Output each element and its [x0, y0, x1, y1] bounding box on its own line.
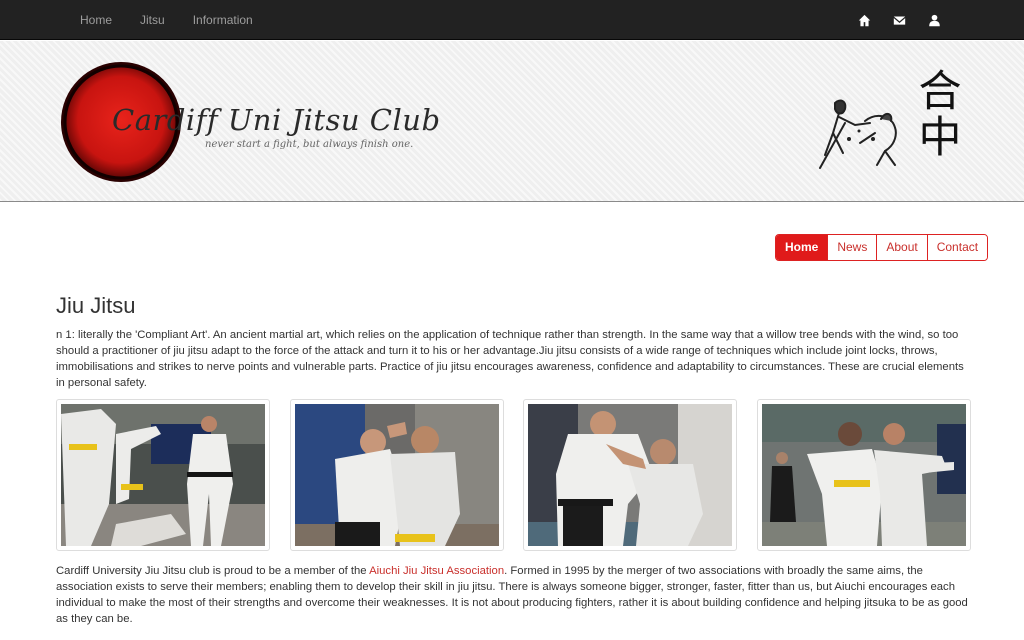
header-banner: Cardiff Uni Jitsu Club never start a fig…: [0, 41, 1024, 202]
kanji-aiuchi: 合中: [918, 67, 962, 163]
pill-tab-contact[interactable]: Contact: [926, 235, 988, 260]
envelope-icon[interactable]: [882, 0, 917, 40]
nav-link-information[interactable]: Information: [179, 0, 267, 40]
association-text-start: Cardiff University Jiu Jitsu club is pro…: [56, 565, 370, 577]
user-icon[interactable]: [917, 0, 952, 40]
home-icon[interactable]: [847, 0, 882, 40]
nav-link-jitsu[interactable]: Jitsu: [126, 0, 179, 40]
section-pill-tabs: Home News About Contact: [775, 234, 989, 261]
nav-link-home[interactable]: Home: [66, 0, 126, 40]
intro-paragraph: n 1: literally the 'Compliant Art'. An a…: [56, 329, 964, 389]
photo-image: [762, 404, 966, 546]
gallery-photo-3[interactable]: [523, 399, 737, 551]
photo-gallery: [56, 399, 971, 551]
association-paragraph: Cardiff University Jiu Jitsu club is pro…: [56, 563, 968, 627]
pill-tab-news[interactable]: News: [827, 235, 877, 260]
samurai-illustration: [819, 99, 897, 169]
gallery-photo-4[interactable]: [757, 399, 971, 551]
gallery-photo-1[interactable]: [56, 399, 270, 551]
pill-tab-home[interactable]: Home: [776, 235, 828, 260]
photo-image: [61, 404, 265, 546]
page-title: Jiu Jitsu: [56, 293, 136, 318]
club-name: Cardiff Uni Jitsu Club: [112, 103, 441, 137]
pill-tab-about[interactable]: About: [876, 235, 927, 260]
navbar-links: Home Jitsu Information: [66, 0, 267, 40]
photo-image: [528, 404, 732, 546]
gallery-photo-2[interactable]: [290, 399, 504, 551]
photo-image: [295, 404, 499, 546]
aiuchi-association-link[interactable]: Aiuchi Jiu Jitsu Association: [369, 565, 504, 577]
top-navbar: Home Jitsu Information: [0, 0, 1024, 40]
club-tagline: never start a fight, but always finish o…: [205, 139, 414, 150]
navbar-icons: [847, 0, 952, 40]
